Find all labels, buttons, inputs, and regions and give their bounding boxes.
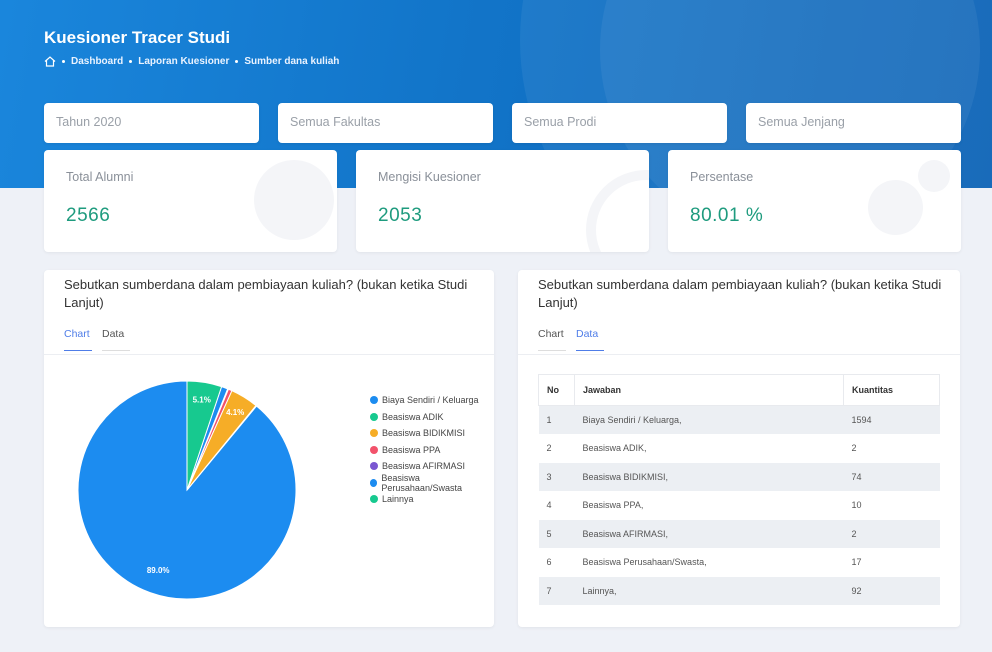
- cell-kuantitas: 92: [843, 576, 940, 605]
- legend-item[interactable]: Lainnya: [370, 491, 494, 508]
- stat-value: 2053: [378, 205, 423, 226]
- tab-data[interactable]: Data: [576, 328, 604, 351]
- table-row: 5 Beasiswa AFIRMASI, 2: [538, 519, 940, 548]
- data-panel-tabs: Chart Data: [538, 328, 614, 351]
- legend-swatch: [370, 396, 378, 405]
- legend-swatch: [370, 495, 378, 504]
- cell-no: 6: [538, 548, 575, 577]
- card-decoration: [918, 160, 950, 192]
- table-header-row: No Jawaban Kuantitas: [538, 374, 940, 406]
- stat-card-total-alumni: Total Alumni 2566: [44, 150, 337, 252]
- data-panel: Sebutkan sumberdana dalam pembiayaan kul…: [518, 270, 960, 627]
- program-select[interactable]: Semua Prodi: [512, 103, 727, 143]
- cell-no: 5: [538, 519, 575, 548]
- legend-label: Lainnya: [382, 494, 414, 505]
- stat-label: Total Alumni: [66, 170, 134, 184]
- legend-swatch: [370, 462, 378, 471]
- card-decoration: [868, 180, 923, 235]
- chart-legend: Biaya Sendiri / Keluarga Beasiswa ADIK Bea…: [370, 392, 494, 508]
- tab-chart[interactable]: Chart: [538, 328, 566, 351]
- faculty-select[interactable]: Semua Fakultas: [278, 103, 493, 143]
- cell-no: 7: [538, 576, 575, 605]
- breadcrumb-dashboard[interactable]: Dashboard: [71, 56, 123, 67]
- legend-label: Beasiswa AFIRMASI: [382, 461, 466, 472]
- cell-kuantitas: 17: [843, 548, 940, 577]
- cell-kuantitas: 2: [843, 519, 940, 548]
- stat-card-persentase: Persentase 80.01 %: [668, 150, 961, 252]
- divider: [518, 354, 960, 355]
- cell-no: 1: [538, 405, 575, 434]
- legend-swatch: [370, 445, 378, 454]
- cell-jawaban: Beasiswa Perusahaan/Swasta,: [574, 548, 844, 577]
- pie-data-label: 4.1%: [226, 408, 244, 417]
- table-row: 7 Lainnya, 92: [538, 576, 940, 605]
- cell-no: 4: [538, 491, 575, 520]
- cell-jawaban: Beasiswa ADIK,: [574, 434, 844, 463]
- stat-label: Persentase: [690, 170, 754, 184]
- column-header-kuantitas: Kuantitas: [843, 374, 940, 406]
- column-header-jawaban: Jawaban: [574, 374, 844, 406]
- stat-label: Mengisi Kuesioner: [378, 170, 481, 184]
- table-row: 6 Beasiswa Perusahaan/Swasta, 17: [538, 548, 940, 577]
- breadcrumb-separator: [235, 60, 239, 63]
- breadcrumb-laporan[interactable]: Laporan Kuesioner: [138, 56, 229, 67]
- legend-swatch: [370, 412, 378, 421]
- table-row: 4 Beasiswa PPA, 10: [538, 491, 940, 520]
- legend-item[interactable]: Beasiswa Perusahaan/Swasta: [370, 472, 494, 493]
- page-title: Kuesioner Tracer Studi: [44, 28, 231, 47]
- data-table: No Jawaban Kuantitas 1 Biaya Sendiri / Ke…: [538, 374, 940, 605]
- pie-data-label: 5.1%: [193, 396, 211, 405]
- legend-swatch: [370, 429, 378, 438]
- stat-value: 2566: [66, 205, 111, 226]
- cell-no: 3: [538, 462, 575, 491]
- level-select[interactable]: Semua Jenjang: [746, 103, 961, 143]
- year-select[interactable]: Tahun 2020: [44, 103, 259, 143]
- cell-jawaban: Biaya Sendiri / Keluarga,: [574, 405, 844, 434]
- stat-value: 80.01 %: [690, 205, 764, 226]
- pie-data-label: 89.0%: [147, 566, 170, 575]
- legend-label: Beasiswa ADIK: [382, 411, 444, 422]
- cell-jawaban: Beasiswa PPA,: [574, 491, 844, 520]
- breadcrumb: Dashboard Laporan Kuesioner Sumber dana …: [44, 56, 339, 67]
- table-row: 2 Beasiswa ADIK, 2: [538, 434, 940, 463]
- cell-kuantitas: 74: [843, 462, 940, 491]
- card-decoration: [254, 160, 334, 240]
- breadcrumb-separator: [129, 60, 133, 63]
- chart-panel: Sebutkan sumberdana dalam pembiayaan kul…: [44, 270, 494, 627]
- breadcrumb-separator: [62, 60, 65, 63]
- legend-label: Beasiswa PPA: [382, 444, 441, 455]
- cell-jawaban: Beasiswa AFIRMASI,: [574, 519, 844, 548]
- legend-label: Beasiswa BIDIKMISI: [382, 428, 466, 439]
- legend-item[interactable]: Beasiswa BIDIKMISI: [370, 425, 494, 442]
- home-icon[interactable]: [44, 56, 56, 67]
- cell-kuantitas: 2: [843, 434, 940, 463]
- column-header-no: No: [538, 374, 575, 406]
- legend-item[interactable]: Biaya Sendiri / Keluarga: [370, 392, 494, 409]
- cell-kuantitas: 1594: [843, 405, 940, 434]
- legend-item[interactable]: Beasiswa PPA: [370, 442, 494, 459]
- legend-label: Biaya Sendiri / Keluarga: [382, 395, 479, 406]
- legend-item[interactable]: Beasiswa ADIK: [370, 409, 494, 426]
- data-panel-title: Sebutkan sumberdana dalam pembiayaan kul…: [538, 277, 942, 310]
- table-row: 3 Beasiswa BIDIKMISI, 74: [538, 462, 940, 491]
- legend-swatch: [370, 478, 378, 487]
- table-row: 1 Biaya Sendiri / Keluarga, 1594: [538, 405, 940, 434]
- cell-jawaban: Beasiswa BIDIKMISI,: [574, 462, 844, 491]
- breadcrumb-current: Sumber dana kuliah: [244, 56, 340, 67]
- cell-kuantitas: 10: [843, 491, 940, 520]
- cell-no: 2: [538, 434, 575, 463]
- stat-card-mengisi: Mengisi Kuesioner 2053: [356, 150, 649, 252]
- card-decoration: [586, 170, 649, 252]
- cell-jawaban: Lainnya,: [574, 576, 844, 605]
- legend-label: Beasiswa Perusahaan/Swasta: [381, 472, 462, 493]
